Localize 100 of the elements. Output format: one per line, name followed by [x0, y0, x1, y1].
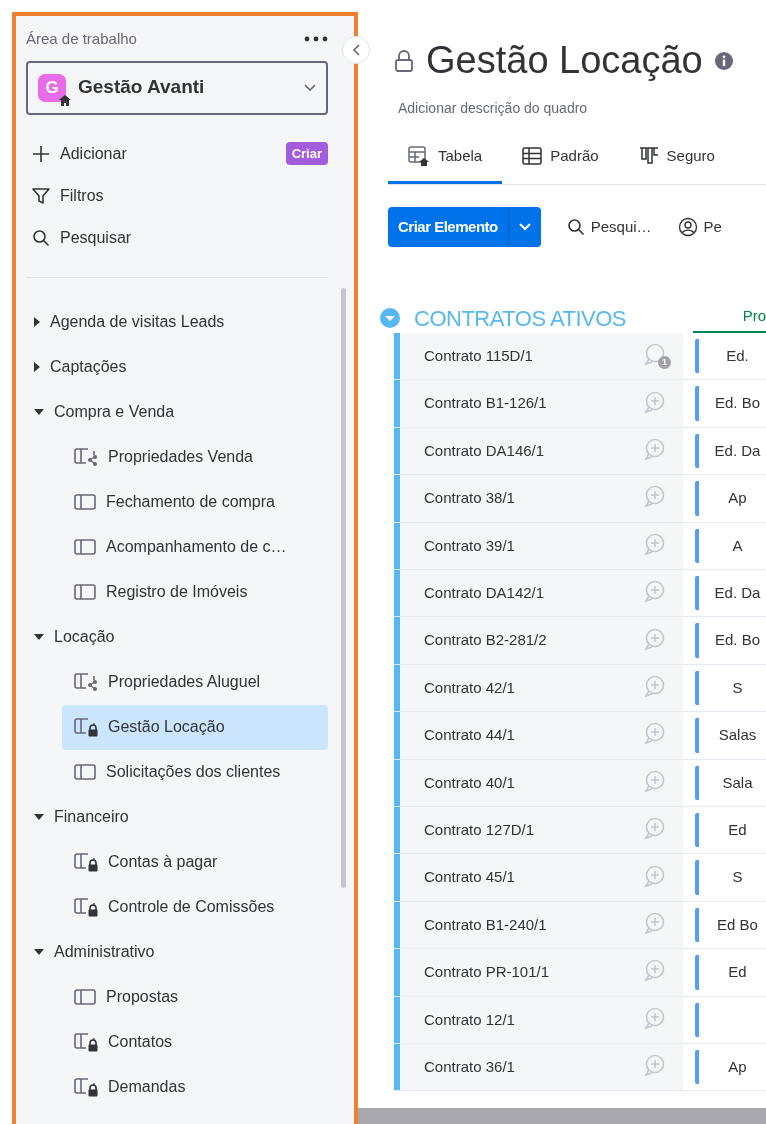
- board-description[interactable]: Adicionar descrição do quadro: [398, 97, 766, 119]
- private-board-icon: [74, 1077, 98, 1097]
- add-update-icon: [644, 438, 666, 461]
- board-item-background[interactable]: Contatos: [62, 1019, 328, 1065]
- board-title: Gestão Locação: [426, 38, 703, 83]
- search-icon: [32, 228, 50, 247]
- add-update-icon: [644, 1054, 666, 1077]
- item-name: Contrato 44/1: [424, 725, 515, 746]
- home-icon: [59, 94, 71, 106]
- board-label: Contas à pagar: [108, 852, 218, 872]
- add-update-icon: [644, 959, 666, 982]
- sidebar-heading: Área de trabalho: [26, 29, 137, 49]
- board-icon: [74, 493, 96, 511]
- board-item-background[interactable]: Demandas: [62, 1064, 328, 1110]
- scrollbar[interactable]: [341, 288, 346, 888]
- search-icon: [566, 218, 585, 237]
- item-name: Contrato 40/1: [424, 772, 515, 793]
- board-label: Demandas: [108, 1077, 186, 1097]
- board-item-background[interactable]: Solicitações dos clientes: [62, 749, 328, 795]
- board-label: Fechamento de compra: [106, 492, 275, 512]
- board-item-background[interactable]: Gestão Locação: [62, 704, 328, 750]
- search-button[interactable]: Pesqui…: [566, 215, 652, 239]
- item-name: Contrato B2-281/2: [424, 630, 547, 651]
- folder-label[interactable]: Captações: [50, 355, 127, 379]
- item-name: Contrato 38/1: [424, 488, 515, 509]
- board-item-background[interactable]: Propriedades Venda: [62, 434, 328, 480]
- folder-label[interactable]: Compra e Venda: [54, 400, 175, 424]
- add-update-icon: [644, 864, 666, 887]
- board-icon: [74, 763, 96, 781]
- board-label: Contatos: [108, 1032, 173, 1052]
- board-label: Solicitações dos clientes: [106, 762, 281, 782]
- private-board-icon: [74, 897, 98, 917]
- collapse-button[interactable]: [342, 36, 370, 64]
- kanban-icon: [638, 146, 659, 165]
- item-name: Contrato 115D/1: [424, 346, 533, 367]
- view-tab[interactable]: Tabela: [388, 130, 503, 185]
- action-label: Adicionar: [60, 143, 127, 164]
- board-item-background[interactable]: Fechamento de compra: [62, 479, 328, 525]
- board-item-background[interactable]: Propriedades Aluguel: [62, 659, 328, 705]
- shared-board-icon: [74, 447, 98, 467]
- item-name: Contrato DA142/1: [424, 583, 545, 603]
- chevron-left-icon: [352, 44, 360, 56]
- board-item-background[interactable]: Propostas: [62, 974, 328, 1020]
- board-item-background[interactable]: Controle de Comissões: [62, 884, 328, 930]
- board-icon: [74, 538, 96, 556]
- add-update-icon: [644, 580, 666, 603]
- item-name: Contrato B1-126/1: [424, 393, 547, 414]
- more-icon: [304, 36, 328, 43]
- item-name: Contrato 36/1: [424, 1056, 515, 1077]
- folder-label[interactable]: Locação: [54, 625, 115, 649]
- add-update-icon: [644, 532, 666, 555]
- action-label: Filtros: [60, 185, 104, 206]
- table-icon: [408, 145, 430, 166]
- filter-icon: [32, 186, 50, 205]
- item-name: Contrato 127D/1: [424, 819, 535, 840]
- board-item-background[interactable]: Acompanhamento de c…: [62, 524, 328, 570]
- private-board-icon: [74, 852, 98, 872]
- board-label: Controle de Comissões: [108, 897, 275, 917]
- board-label: Registro de Imóveis: [106, 582, 248, 602]
- chevron-down-icon: [304, 83, 316, 92]
- column-header[interactable]: Pro: [692, 304, 766, 334]
- add-update-icon: [644, 911, 666, 934]
- info-icon: [714, 51, 733, 70]
- chat-icon: [644, 343, 666, 366]
- shared-board-icon: [74, 672, 98, 692]
- board-item-background[interactable]: Contas à pagar: [62, 839, 328, 885]
- item-name: Contrato 39/1: [424, 535, 515, 556]
- board-icon: [74, 988, 96, 1006]
- add-update-icon: [644, 1006, 666, 1029]
- create-badge[interactable]: Criar: [285, 141, 328, 166]
- action-label: Pesquisar: [60, 227, 132, 248]
- person-button[interactable]: Pe: [677, 215, 722, 239]
- add-update-icon: [644, 390, 666, 413]
- add-update-icon: [644, 769, 666, 792]
- add-update-icon: [644, 722, 666, 745]
- add-update-icon: [644, 817, 666, 840]
- board-label: Propostas: [106, 987, 179, 1007]
- grid-icon: [522, 146, 543, 165]
- update-count: 1: [658, 356, 671, 370]
- item-name: Contrato 12/1: [424, 1009, 515, 1030]
- board-item-background[interactable]: Registro de Imóveis: [62, 569, 328, 615]
- add-update-icon: [644, 485, 666, 508]
- add-update-icon: [644, 627, 666, 650]
- folder-label[interactable]: Agenda de visitas Leads: [50, 310, 225, 334]
- plus-icon: [32, 144, 50, 163]
- private-board-icon: [74, 1032, 98, 1052]
- add-update-icon: [644, 675, 666, 697]
- collapse-group-icon: [380, 308, 400, 329]
- folder-label[interactable]: Administrativo: [54, 940, 155, 964]
- workspace-dropdown[interactable]: G Gestão Avanti: [26, 60, 328, 115]
- person-icon: [677, 217, 698, 238]
- lock-icon: [394, 48, 414, 73]
- item-name: Contrato 42/1: [424, 677, 515, 698]
- view-tab[interactable]: Padrão: [502, 130, 619, 185]
- item-name: Contrato DA146/1: [424, 440, 545, 461]
- board-label: Propriedades Venda: [108, 447, 253, 467]
- view-tab[interactable]: Seguro: [618, 130, 735, 185]
- folder-label[interactable]: Financeiro: [54, 805, 129, 829]
- chevron-down-icon: [518, 223, 531, 232]
- horizontal-scrollbar[interactable]: [358, 1108, 766, 1124]
